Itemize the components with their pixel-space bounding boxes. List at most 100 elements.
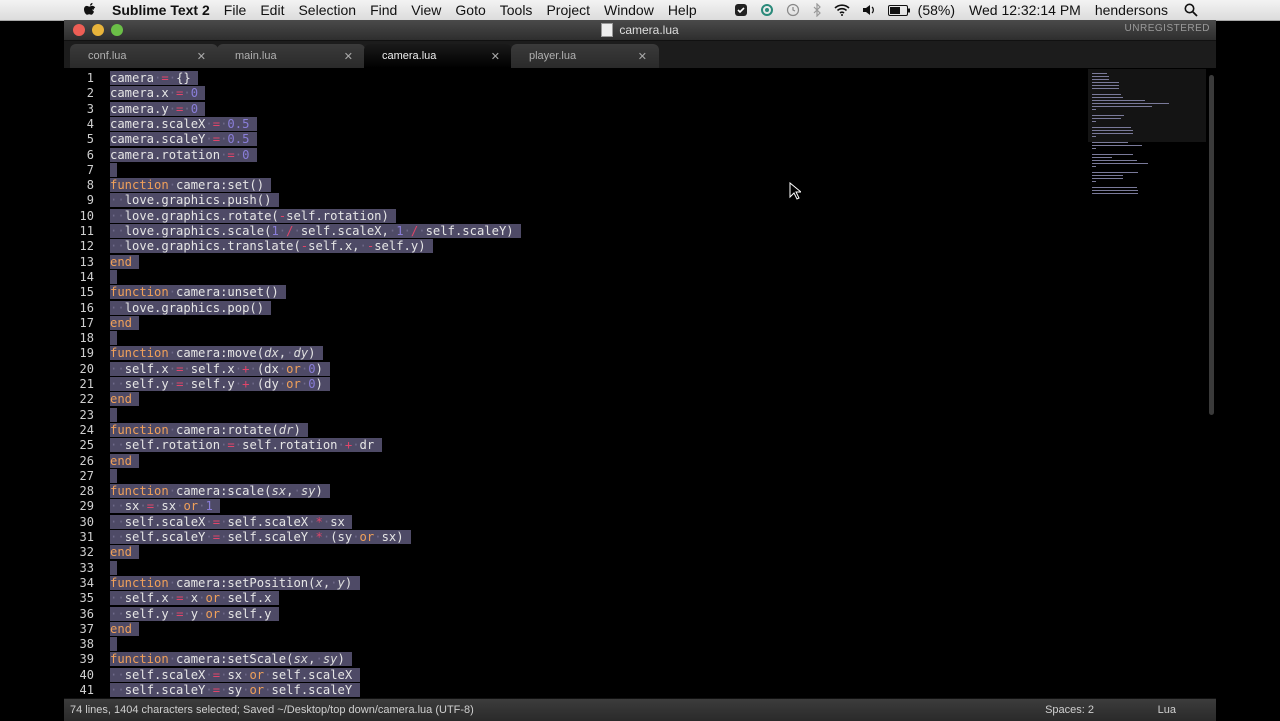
code-line[interactable]: end [110,545,140,560]
code-line[interactable] [110,407,118,423]
window-titlebar[interactable]: camera.lua UNREGISTERED [64,20,1216,41]
time-machine-icon[interactable] [786,3,800,17]
close-icon[interactable]: ✕ [197,50,206,63]
tab-main-lua[interactable]: main.lua ✕ [217,44,365,68]
menu-find[interactable]: Find [370,2,397,18]
code-editor[interactable]: 1 2 3 4 5 6 7 8 9 10 11 12 13 14 15 16 17 18 19 20 21 22 23 24 2… [64,69,1216,698]
code-line[interactable]: end [110,392,140,407]
code-line[interactable] [110,269,118,285]
code-line[interactable]: ··love.graphics.pop() [110,300,272,316]
code-line[interactable]: function·camera:setScale(sx,·sy) [110,652,353,667]
tab-player-lua[interactable]: player.lua ✕ [511,44,659,68]
line-number: 13 [79,254,94,269]
code-line[interactable]: ··self.x·=·self.x·+·(dx·or·0) [110,361,331,377]
minimap-line [1092,100,1146,101]
code-line[interactable]: ··love.graphics.push() [110,193,279,208]
volume-icon[interactable] [862,4,876,16]
close-icon[interactable]: ✕ [491,50,500,63]
code-line[interactable]: function·camera:move(dx,·dy) [110,346,323,361]
code-line[interactable]: ··love.graphics.scale(1·/·self.scaleX,·1… [110,224,521,239]
line-number: 36 [79,606,94,621]
code-line[interactable]: camera.y·=·0 [110,101,206,117]
window-title: camera.lua [64,20,1216,40]
code-line[interactable] [110,637,118,652]
code-line[interactable]: ··self.y·=·y·or·self.y [110,606,279,622]
app-name-menu[interactable]: Sublime Text 2 [112,2,210,18]
code-line[interactable]: end [110,315,140,331]
minimap-line [1092,166,1097,167]
bluetooth-icon[interactable] [812,3,822,17]
code-line[interactable]: function·camera:set() [110,178,272,193]
code-line[interactable]: ··self.scaleX·=·self.scaleX·*·sx [110,514,353,530]
menu-goto[interactable]: Goto [455,2,485,18]
minimap-line [1092,97,1123,98]
sync-gear-icon[interactable] [760,3,774,17]
code-line[interactable] [110,468,118,484]
line-number: 33 [79,560,94,575]
code-line[interactable]: ··love.graphics.rotate(-self.rotation) [110,208,397,224]
minimap-line [1092,148,1097,149]
code-line[interactable] [110,331,118,346]
wifi-icon[interactable] [834,4,850,16]
menu-tools[interactable]: Tools [500,2,533,18]
line-number: 12 [79,239,94,254]
minimap[interactable] [1088,69,1206,219]
menu-project[interactable]: Project [546,2,590,18]
vertical-scrollbar[interactable] [1209,75,1214,415]
code-line[interactable]: ··self.scaleX·=·sx·or·self.scaleX [110,667,360,683]
tab-label: conf.lua [88,50,127,62]
code-line[interactable]: ··self.y·=·self.y·+·(dy·or·0) [110,377,331,392]
line-number: 19 [79,346,94,361]
code-line[interactable] [110,560,118,576]
code-area[interactable]: camera·=·{} camera.x·=·0 camera.y·=·0 ca… [110,69,1070,698]
line-number: 11 [79,224,94,238]
code-line[interactable]: end [110,453,140,469]
code-line[interactable]: camera.scaleX·=·0.5 [110,116,257,132]
evernote-icon[interactable] [734,3,748,17]
menu-selection[interactable]: Selection [298,2,356,18]
menubar-user[interactable]: hendersons [1095,2,1168,18]
code-line[interactable]: camera.scaleY·=·0.5 [110,132,257,147]
syntax-selector[interactable]: Lua [1158,704,1176,716]
menu-window[interactable]: Window [604,2,654,18]
code-line[interactable]: end [110,254,140,270]
minimap-line [1092,115,1125,116]
menu-view[interactable]: View [411,2,441,18]
code-line[interactable]: ··love.graphics.translate(-self.x,·-self… [110,239,433,254]
indentation-setting[interactable]: Spaces: 2 [1045,704,1094,716]
apple-menu-icon[interactable] [80,0,100,20]
code-line[interactable]: end [110,621,140,637]
code-line[interactable]: function·camera:unset() [110,285,287,300]
code-line[interactable]: function·camera:scale(sx,·sy) [110,484,331,499]
code-line[interactable]: ··self.rotation·=·self.rotation·+·dr [110,438,382,453]
code-line[interactable]: camera.x·=·0 [110,86,206,101]
tab-bar: conf.lua ✕ main.lua ✕ camera.lua ✕ playe… [64,41,1216,69]
code-line[interactable]: function·camera:rotate(dr) [110,422,309,438]
document-icon [601,23,614,37]
spotlight-search-icon[interactable] [1184,3,1198,17]
code-line[interactable]: ··self.scaleY·=·sy·or·self.scaleY [110,683,360,698]
menu-edit[interactable]: Edit [260,2,284,18]
code-line[interactable]: ··sx·=·sx·or·1 [110,499,221,514]
close-icon[interactable]: ✕ [638,50,647,63]
code-line[interactable]: camera.rotation·=·0 [110,147,257,163]
line-number: 1 [86,71,94,85]
code-line[interactable]: ··self.scaleY·=·self.scaleY·*·(sy·or·sx) [110,530,411,545]
minimap-line [1092,142,1129,143]
menu-file[interactable]: File [224,2,247,18]
close-icon[interactable]: ✕ [344,50,353,63]
line-number: 14 [79,269,94,284]
code-line[interactable] [110,162,118,178]
tab-conf-lua[interactable]: conf.lua ✕ [70,44,218,68]
tab-camera-lua[interactable]: camera.lua ✕ [364,44,512,68]
code-line[interactable]: function·camera:setPosition(x,·y) [110,575,360,591]
minimap-line [1092,145,1143,146]
code-line[interactable]: camera·=·{} [110,71,199,86]
minimap-line [1092,85,1119,86]
code-line[interactable]: ··self.x·=·x·or·self.x [110,591,279,606]
battery-icon[interactable] [887,4,910,16]
menu-help[interactable]: Help [668,2,697,18]
minimap-line [1092,157,1112,158]
menubar-clock[interactable]: Wed 12:32:14 PM [969,2,1081,18]
minimap-line [1092,73,1108,74]
